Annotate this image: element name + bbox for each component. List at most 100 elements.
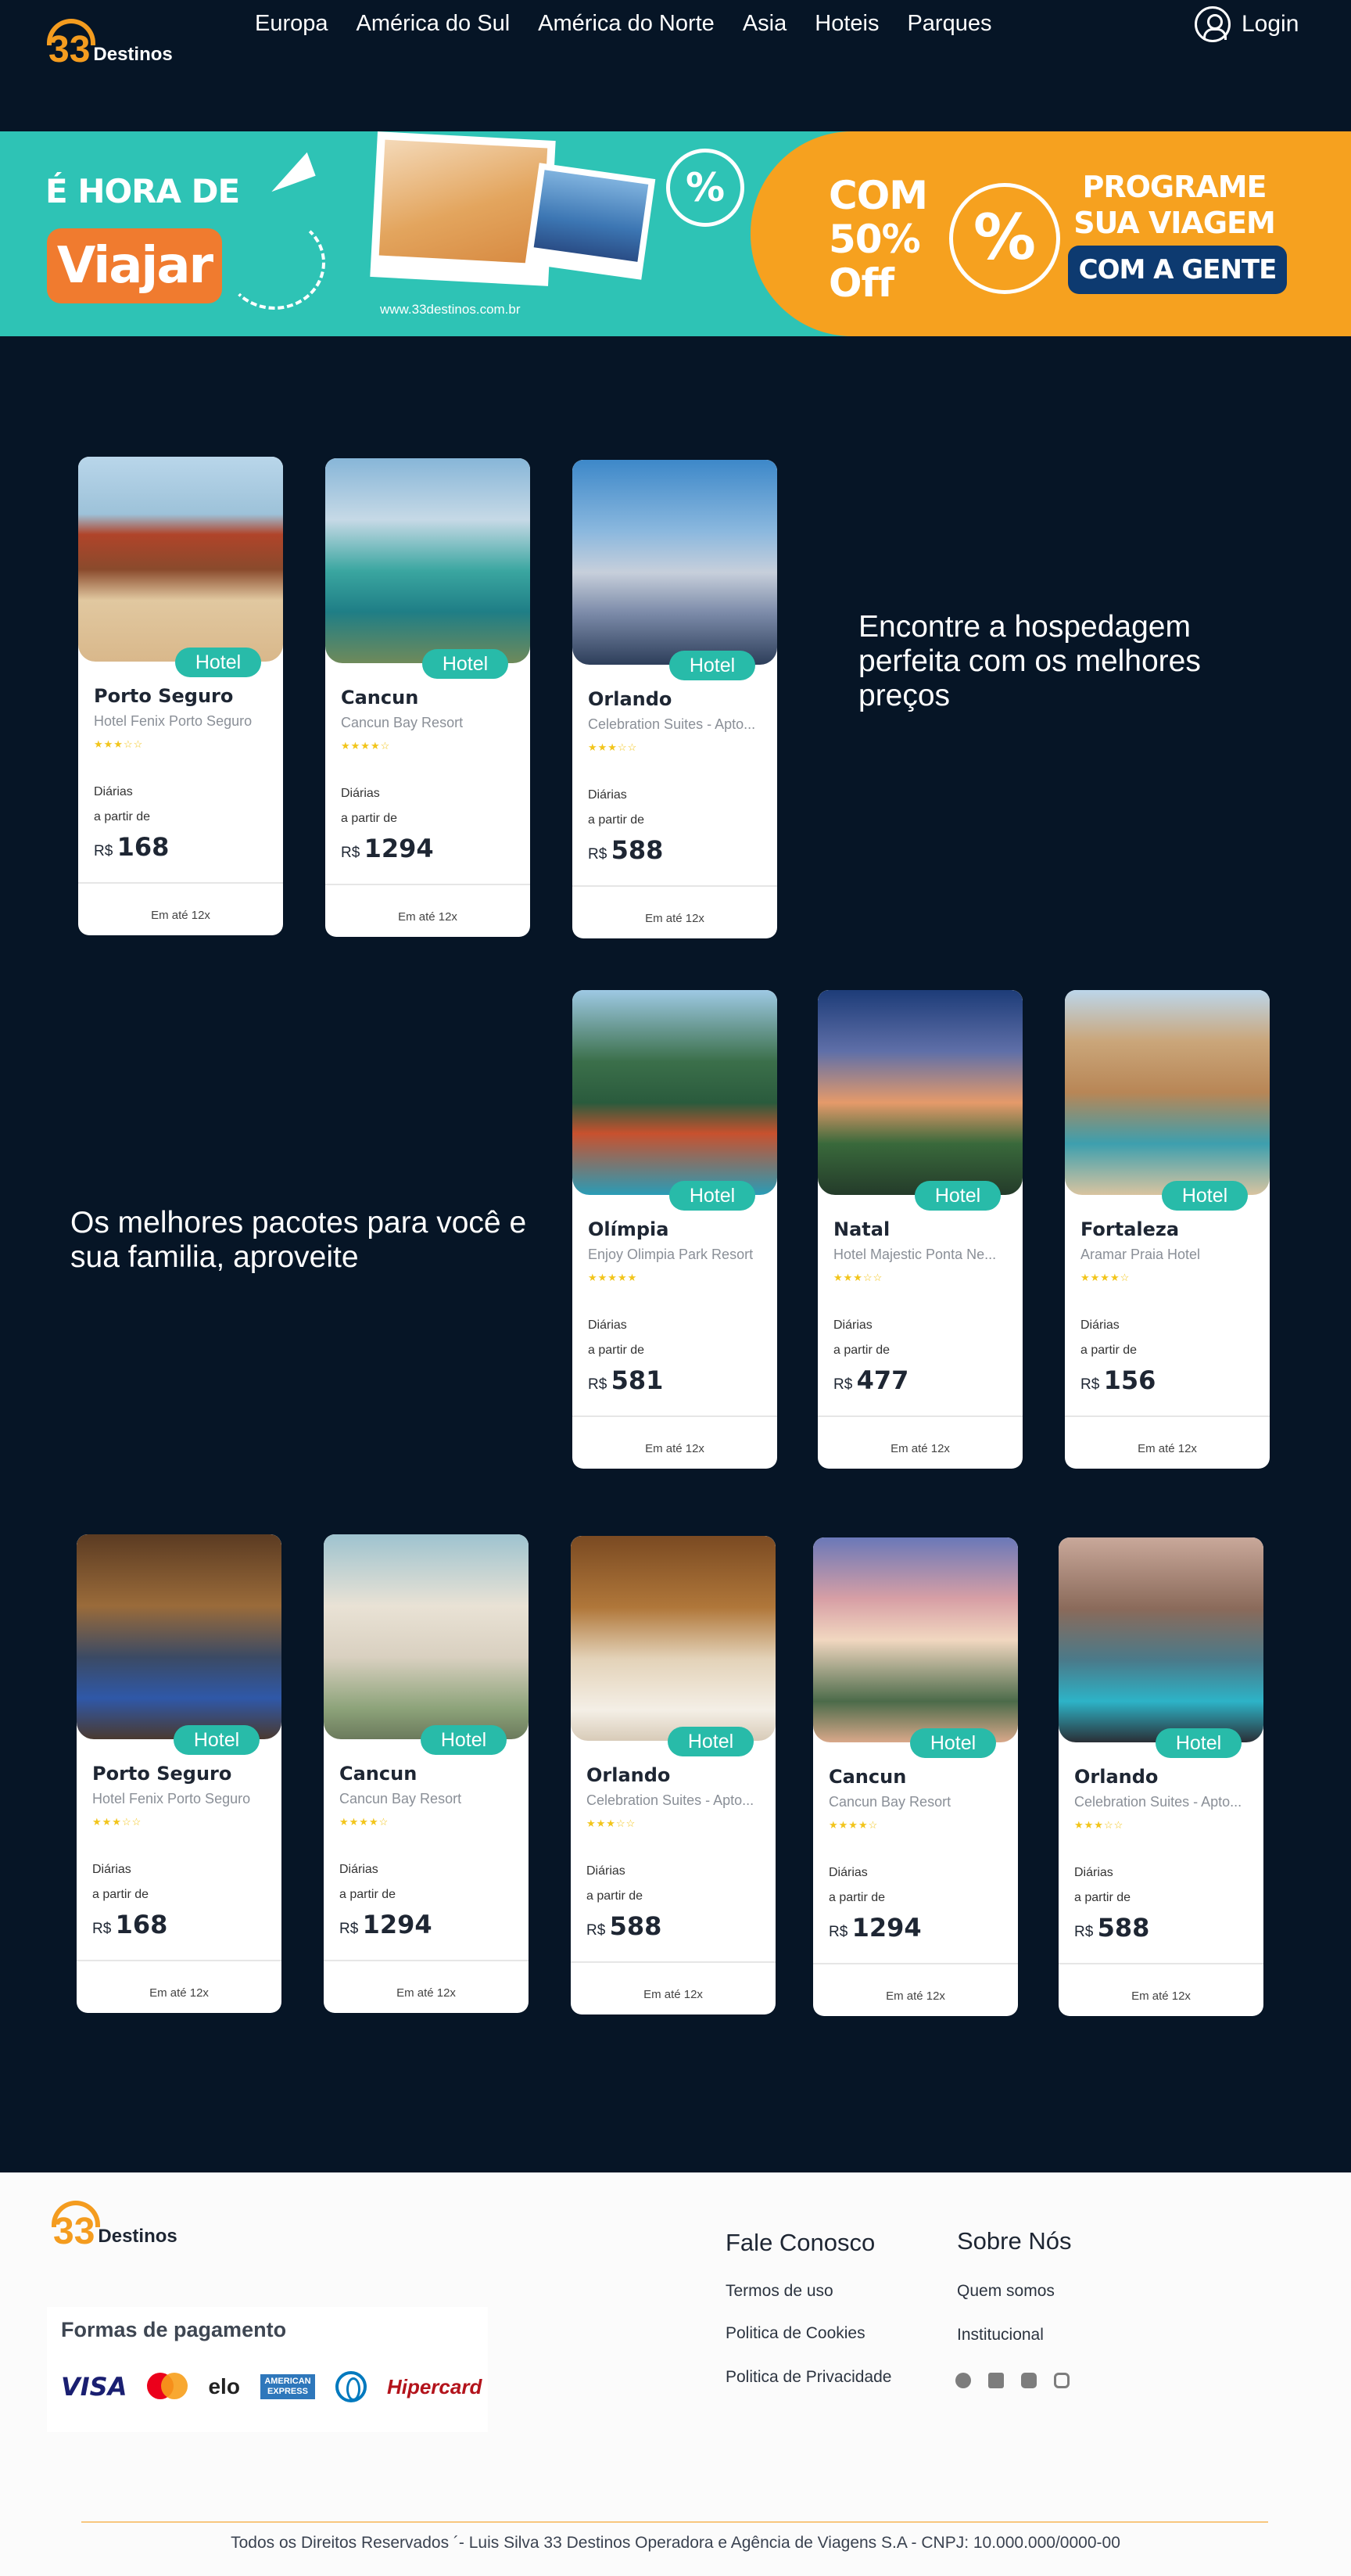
nav-america-do-sul[interactable]: América do Sul <box>357 11 511 37</box>
dashed-path-icon <box>224 216 325 310</box>
footer-divider <box>81 2521 1268 2523</box>
hotel-card[interactable]: Hotel Porto Seguro Hotel Fenix Porto Segur… <box>78 457 283 935</box>
card-price: R$ 1294 <box>829 1913 922 1943</box>
hotel-card[interactable]: Hotel Fortaleza Aramar Praia Hotel ★★★★☆ Diá… <box>1065 990 1270 1469</box>
card-diarias-label: Diárias <box>94 785 133 798</box>
hotel-image <box>813 1537 1018 1742</box>
card-a-partir-label: a partir de <box>829 1891 886 1904</box>
price-value: 588 <box>1097 1913 1150 1943</box>
hotel-badge: Hotel <box>422 649 508 679</box>
card-installments: Em até 12x <box>1131 1989 1191 2003</box>
card-a-partir-label: a partir de <box>339 1888 396 1901</box>
linkedin-icon[interactable] <box>988 2373 1004 2388</box>
link-cookies[interactable]: Politica de Cookies <box>726 2324 865 2343</box>
hotel-card[interactable]: Hotel Orlando Celebration Suites - Apto...… <box>572 460 777 938</box>
amex-icon: AMERICAN EXPRESS <box>260 2374 315 2399</box>
card-diarias-label: Diárias <box>341 787 380 800</box>
nav-europa[interactable]: Europa <box>255 11 328 37</box>
card-installments: Em até 12x <box>891 1442 950 1455</box>
currency-symbol: R$ <box>586 1922 610 1939</box>
paper-plane-icon <box>263 152 316 192</box>
instagram-icon[interactable] <box>1054 2373 1070 2388</box>
star-rating-icon: ★★★★☆ <box>339 1816 389 1828</box>
price-value: 168 <box>115 1910 168 1939</box>
logo[interactable]: 33 Destinos <box>47 19 173 69</box>
banner-photo-plane <box>525 163 656 280</box>
banner-discount: COM 50% Off <box>829 173 928 306</box>
hotel-badge: Hotel <box>669 1181 755 1211</box>
hotel-card[interactable]: Hotel Olímpia Enjoy Olimpia Park Resort ★★★… <box>572 990 777 1469</box>
hotel-badge: Hotel <box>175 648 261 677</box>
card-divider <box>325 884 530 885</box>
star-rating-icon: ★★★☆☆ <box>92 1816 142 1828</box>
elo-icon: elo <box>208 2374 240 2398</box>
card-price: R$ 156 <box>1080 1365 1156 1395</box>
hotel-card[interactable]: Hotel Cancun Cancun Bay Resort ★★★★☆ Diárias… <box>324 1534 529 2013</box>
hotel-image <box>818 990 1023 1195</box>
nav-parques[interactable]: Parques <box>907 11 991 37</box>
banner-highlight: Viajar <box>47 228 222 303</box>
banner-line1: É HORA DE <box>45 172 240 210</box>
hotel-card[interactable]: Hotel Cancun Cancun Bay Resort ★★★★☆ Diárias… <box>813 1537 1018 2016</box>
hotel-badge: Hotel <box>1162 1181 1248 1211</box>
card-diarias-label: Diárias <box>1080 1318 1120 1332</box>
banner-cta-box: COM A GENTE <box>1068 246 1287 294</box>
card-diarias-label: Diárias <box>588 1318 627 1332</box>
star-rating-icon: ★★★★☆ <box>341 740 391 752</box>
percent-large-icon: % <box>949 183 1060 294</box>
nav-asia[interactable]: Asia <box>743 11 787 37</box>
currency-symbol: R$ <box>339 1921 363 1937</box>
nav-hoteis[interactable]: Hoteis <box>815 11 879 37</box>
card-installments: Em até 12x <box>886 1989 945 2003</box>
hotel-image <box>572 990 777 1195</box>
logo-text: Destinos <box>98 2226 177 2247</box>
card-city: Cancun <box>339 1763 417 1785</box>
price-value: 1294 <box>364 834 434 863</box>
promo-banner[interactable]: É HORA DE Viajar % www.33destinos.com.br… <box>0 131 1351 336</box>
link-termos[interactable]: Termos de uso <box>726 2282 833 2301</box>
hotel-card[interactable]: Hotel Cancun Cancun Bay Resort ★★★★☆ Diárias… <box>325 458 530 937</box>
card-installments: Em até 12x <box>149 1986 209 2000</box>
card-divider <box>813 1963 1018 1964</box>
card-price: R$ 588 <box>1074 1913 1149 1943</box>
card-hotel-name: Celebration Suites - Apto... <box>1074 1794 1242 1810</box>
price-value: 168 <box>116 832 170 862</box>
link-quem-somos[interactable]: Quem somos <box>957 2282 1055 2301</box>
price-value: 588 <box>609 1911 662 1941</box>
hotel-card[interactable]: Hotel Natal Hotel Majestic Ponta Ne... ★★★☆… <box>818 990 1023 1469</box>
footer-logo[interactable]: 33 Destinos <box>52 2201 177 2251</box>
card-divider <box>1059 1963 1263 1964</box>
card-installments: Em até 12x <box>1138 1442 1197 1455</box>
logo-arc-icon <box>52 2201 100 2227</box>
nav-america-do-norte[interactable]: América do Norte <box>538 11 715 37</box>
link-privacidade[interactable]: Politica de Privacidade <box>726 2368 891 2387</box>
price-value: 1294 <box>851 1913 922 1943</box>
login-button[interactable]: Login <box>1195 6 1299 42</box>
site-header: 33 Destinos Europa América do Sul Améric… <box>0 0 1351 131</box>
card-a-partir-label: a partir de <box>588 813 645 827</box>
card-installments: Em até 12x <box>645 1442 704 1455</box>
star-rating-icon: ★★★☆☆ <box>1074 1819 1124 1831</box>
card-a-partir-label: a partir de <box>833 1344 891 1357</box>
card-price: R$ 168 <box>92 1910 167 1939</box>
hotel-card[interactable]: Hotel Orlando Celebration Suites - Apto...… <box>571 1536 776 2015</box>
youtube-icon[interactable] <box>1021 2373 1037 2388</box>
hotel-badge: Hotel <box>915 1181 1001 1211</box>
hotel-image <box>1065 990 1270 1195</box>
hotel-card[interactable]: Hotel Porto Seguro Hotel Fenix Porto Segur… <box>77 1534 281 2013</box>
price-value: 588 <box>611 835 664 865</box>
card-city: Fortaleza <box>1080 1218 1180 1240</box>
price-value: 1294 <box>362 1910 432 1939</box>
currency-symbol: R$ <box>94 843 117 859</box>
logo-arc-icon <box>47 19 95 45</box>
currency-symbol: R$ <box>829 1924 852 1940</box>
card-city: Natal <box>833 1218 891 1240</box>
facebook-icon[interactable] <box>955 2373 971 2388</box>
link-institucional[interactable]: Institucional <box>957 2326 1044 2345</box>
section2-tagline: Os melhores pacotes para você e sua fami… <box>70 1206 527 1274</box>
hotel-card[interactable]: Hotel Orlando Celebration Suites - Apto...… <box>1059 1537 1263 2016</box>
card-city: Orlando <box>588 688 672 710</box>
hotel-image <box>78 457 283 662</box>
banner-cta-text: PROGRAME SUA VIAGEM <box>1073 170 1276 240</box>
card-a-partir-label: a partir de <box>588 1344 645 1357</box>
